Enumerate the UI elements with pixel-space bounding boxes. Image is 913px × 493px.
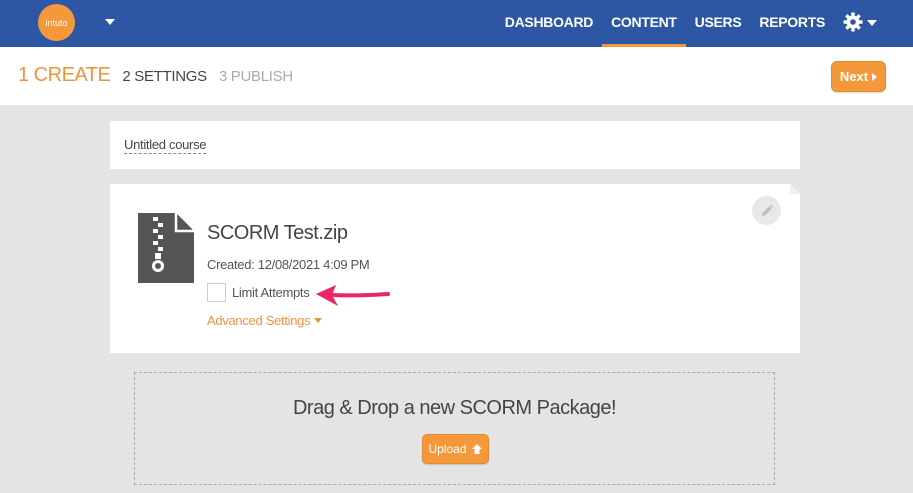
gear-icon[interactable] <box>843 12 863 32</box>
edit-button[interactable] <box>752 196 781 225</box>
limit-attempts-checkbox[interactable] <box>207 283 226 302</box>
top-nav-bar: intuto DASHBOARD CONTENT USERS REPORTS <box>0 0 913 47</box>
upload-button-label: Upload <box>428 442 467 456</box>
next-button-label: Next <box>839 69 869 84</box>
step-settings[interactable]: 2 SETTINGS <box>122 68 207 85</box>
steps: 1 CREATE 2 SETTINGS 3 PUBLISH <box>18 64 293 87</box>
settings-caret-icon[interactable] <box>867 20 877 26</box>
course-title[interactable]: Untitled course <box>124 137 207 154</box>
file-created-date: Created: 12/08/2021 4:09 PM <box>207 257 370 272</box>
nav-reports[interactable]: REPORTS <box>750 0 834 44</box>
advanced-settings-link[interactable]: Advanced Settings <box>207 313 323 328</box>
pointer-arrow-annotation <box>312 282 392 310</box>
dropzone-text: Drag & Drop a new SCORM Package! <box>292 397 617 419</box>
nav-users[interactable]: USERS <box>686 0 751 44</box>
chevron-down-icon <box>314 318 323 323</box>
course-title-card: Untitled course <box>110 121 800 169</box>
arrow-up-icon <box>471 444 482 454</box>
logo[interactable]: intuto <box>38 4 75 41</box>
file-name: SCORM Test.zip <box>207 222 348 244</box>
nav-content[interactable]: CONTENT <box>602 0 686 47</box>
scorm-dropzone[interactable]: Drag & Drop a new SCORM Package! Upload <box>134 372 775 485</box>
nav-dashboard[interactable]: DASHBOARD <box>496 0 602 44</box>
step-create[interactable]: 1 CREATE <box>18 64 111 87</box>
card-corner-fold <box>790 184 800 194</box>
scorm-file-card: SCORM Test.zip Created: 12/08/2021 4:09 … <box>110 184 800 353</box>
advanced-settings-label: Advanced Settings <box>207 313 311 328</box>
limit-attempts-row: Limit Attempts <box>207 283 310 302</box>
main-nav: DASHBOARD CONTENT USERS REPORTS <box>496 0 877 47</box>
upload-button[interactable]: Upload <box>422 434 489 464</box>
pencil-icon <box>761 204 773 216</box>
step-bar: 1 CREATE 2 SETTINGS 3 PUBLISH Next <box>0 47 913 105</box>
logo-text: intuto <box>45 17 68 28</box>
account-dropdown-caret-icon[interactable] <box>105 19 115 25</box>
limit-attempts-label[interactable]: Limit Attempts <box>232 285 310 300</box>
zip-file-icon <box>138 213 194 283</box>
next-button[interactable]: Next <box>831 61 886 92</box>
play-arrow-icon <box>872 72 878 81</box>
step-publish[interactable]: 3 PUBLISH <box>219 68 293 85</box>
